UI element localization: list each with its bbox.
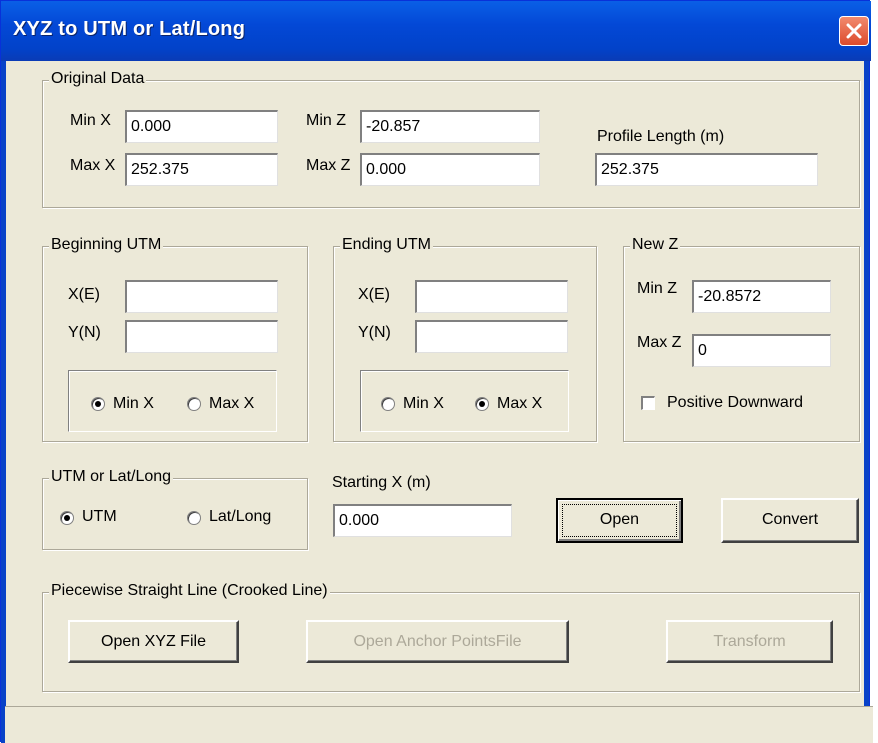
min-x-label: Min X xyxy=(70,112,111,129)
piecewise-legend: Piecewise Straight Line (Crooked Line) xyxy=(49,582,330,600)
latlong-radio[interactable] xyxy=(187,511,201,525)
window-frame-left xyxy=(1,61,6,743)
utm-radio[interactable] xyxy=(60,511,74,525)
beginning-min-x-radio-label[interactable]: Min X xyxy=(113,395,154,413)
max-x-field[interactable]: 252.375 xyxy=(125,153,278,186)
new-z-legend: New Z xyxy=(630,236,681,254)
positive-downward-label[interactable]: Positive Downward xyxy=(667,394,803,412)
title-bar[interactable]: XYZ to UTM or Lat/Long xyxy=(1,1,871,61)
ending-min-x-radio[interactable] xyxy=(381,397,395,411)
starting-x-label: Starting X (m) xyxy=(332,474,431,491)
ending-y-label: Y(N) xyxy=(358,324,391,341)
open-button-label: Open xyxy=(599,511,640,528)
max-z-field[interactable]: 0.000 xyxy=(360,153,540,186)
close-button[interactable] xyxy=(839,16,869,46)
ending-y-field[interactable] xyxy=(415,320,568,353)
beginning-y-label: Y(N) xyxy=(68,324,101,341)
ending-x-field[interactable] xyxy=(415,280,568,313)
ending-max-x-radio[interactable] xyxy=(475,397,489,411)
max-x-label: Max X xyxy=(70,157,116,174)
min-z-field[interactable]: -20.857 xyxy=(360,110,540,143)
beginning-y-field[interactable] xyxy=(125,320,278,353)
beginning-max-x-radio[interactable] xyxy=(187,397,201,411)
ending-min-x-radio-label[interactable]: Min X xyxy=(403,395,444,413)
original-data-legend: Original Data xyxy=(49,70,147,88)
ending-max-x-radio-label[interactable]: Max X xyxy=(497,395,542,413)
transform-label: Transform xyxy=(713,633,786,650)
open-anchor-points-file-button[interactable]: Open Anchor PointsFile xyxy=(306,620,569,663)
open-xyz-file-label: Open XYZ File xyxy=(101,633,206,650)
ending-x-label: X(E) xyxy=(358,286,390,303)
window-title: XYZ to UTM or Lat/Long xyxy=(13,18,246,40)
utm-latlong-legend: UTM or Lat/Long xyxy=(49,468,174,486)
open-anchor-points-file-label: Open Anchor PointsFile xyxy=(353,633,522,650)
new-max-z-label: Max Z xyxy=(637,334,682,351)
status-bar xyxy=(5,706,873,743)
latlong-radio-label[interactable]: Lat/Long xyxy=(209,508,271,526)
beginning-x-field[interactable] xyxy=(125,280,278,313)
open-button[interactable]: Open xyxy=(556,498,683,543)
profile-length-field[interactable]: 252.375 xyxy=(595,153,818,186)
new-max-z-field[interactable]: 0 xyxy=(692,334,831,367)
original-data-group: Original Data xyxy=(42,70,860,208)
starting-x-field[interactable]: 0.000 xyxy=(333,504,512,537)
window-frame-right xyxy=(864,61,869,743)
beginning-x-label: X(E) xyxy=(68,286,100,303)
max-z-label: Max Z xyxy=(306,157,351,174)
positive-downward-checkbox[interactable] xyxy=(641,396,655,410)
min-z-label: Min Z xyxy=(306,112,346,129)
new-min-z-field[interactable]: -20.8572 xyxy=(692,280,831,313)
profile-length-label: Profile Length (m) xyxy=(597,128,725,145)
utm-radio-label[interactable]: UTM xyxy=(82,508,117,526)
beginning-max-x-radio-label[interactable]: Max X xyxy=(209,395,254,413)
open-xyz-file-button[interactable]: Open XYZ File xyxy=(68,620,239,663)
convert-button-label: Convert xyxy=(761,511,819,528)
min-x-field[interactable]: 0.000 xyxy=(125,110,278,143)
beginning-min-x-radio[interactable] xyxy=(91,397,105,411)
new-min-z-label: Min Z xyxy=(637,280,677,297)
convert-button[interactable]: Convert xyxy=(721,498,859,543)
close-icon xyxy=(846,23,862,39)
ending-utm-legend: Ending UTM xyxy=(340,236,433,254)
transform-button[interactable]: Transform xyxy=(666,620,833,663)
beginning-utm-legend: Beginning UTM xyxy=(49,236,164,254)
